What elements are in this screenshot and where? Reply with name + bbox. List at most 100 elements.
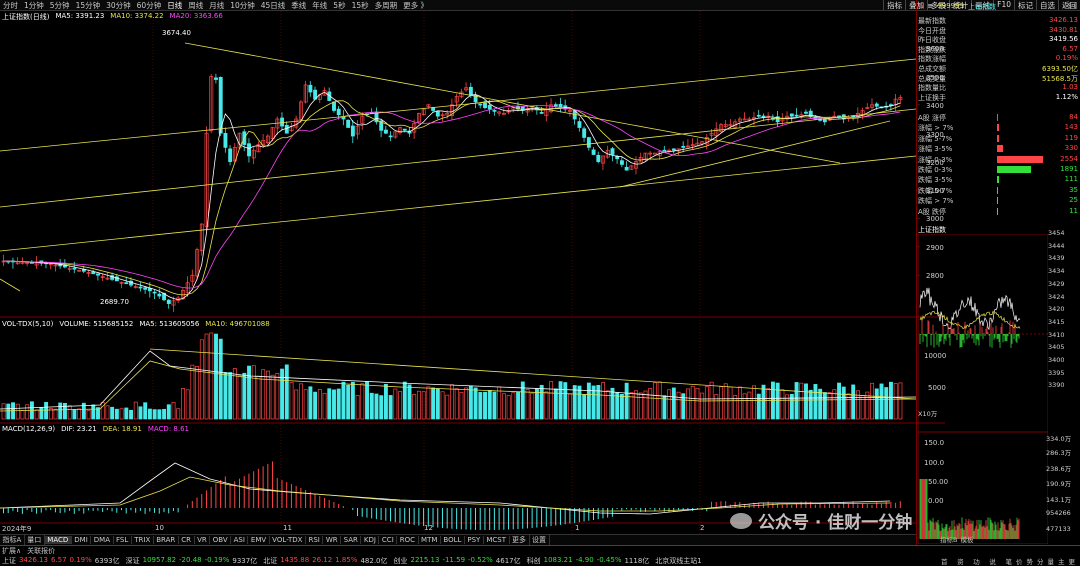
indicator-tab[interactable]: DMA (91, 536, 114, 544)
period-tab[interactable]: 1分钟 (21, 0, 47, 10)
indicator-a-tab[interactable]: 指标A (0, 535, 25, 545)
indicator-tabs: 指标A 量口 MACD DMI DMA FSL TRIX BRAR CR VR … (0, 534, 916, 545)
indicator-tab[interactable]: RSI (306, 536, 324, 544)
index-ticker-item[interactable]: 北证 1435.88 26.12 1.85% 482.0亿 (263, 556, 387, 566)
period-tab[interactable]: 10分钟 (227, 0, 258, 10)
period-tab-more[interactable]: 更多 》 (400, 0, 431, 10)
mini-bottom-tab[interactable]: 量 (1047, 556, 1056, 566)
period-tab[interactable]: 15分钟 (73, 0, 104, 10)
indicator-tab-macd[interactable]: MACD (44, 536, 72, 544)
mini-bottom-tab[interactable]: 价 (1015, 556, 1024, 566)
period-tab[interactable]: 5分钟 (47, 0, 73, 10)
indicator-tab[interactable]: BOLL (441, 536, 465, 544)
dea-line (0, 476, 891, 512)
volume-bar (332, 389, 336, 420)
expand-toggle[interactable]: 扩展∧ (2, 546, 21, 556)
indicator-tab[interactable]: TRIX (132, 536, 154, 544)
candle (492, 110, 497, 112)
period-tab[interactable]: 5秒 (330, 0, 348, 10)
volume-bar (162, 408, 167, 420)
volume-bar (695, 387, 700, 420)
indicator-more-tab[interactable]: 更多 (510, 535, 530, 545)
indicator-tab[interactable]: MTM (419, 536, 441, 544)
candle (624, 166, 629, 171)
indicator-tab[interactable]: CCI (379, 536, 398, 544)
period-tab[interactable]: 季线 (288, 0, 309, 10)
indicator-tab[interactable]: ROC (397, 536, 419, 544)
indicator-tab[interactable]: CR (179, 536, 195, 544)
menu-icon[interactable]: ≡ (927, 2, 933, 11)
mini-bottom-tab[interactable]: 功能 (972, 556, 986, 566)
indicator-button[interactable]: 指标 (883, 0, 905, 10)
volume-bar (884, 387, 889, 420)
mini-bottom-tab[interactable]: 分 (1036, 556, 1045, 566)
indicator-tab[interactable]: FSL (114, 536, 132, 544)
kline-chart-area[interactable] (0, 11, 945, 534)
indicator-tab[interactable]: VOL-TDX (270, 536, 306, 544)
volume-bar (143, 402, 148, 420)
period-tab[interactable]: 30分钟 (103, 0, 134, 10)
candle (789, 113, 794, 117)
period-tab-daily[interactable]: 日线 (164, 0, 185, 10)
indicator-tab[interactable]: ASI (231, 536, 249, 544)
volume-bar (393, 388, 398, 420)
indicator-tab[interactable]: OBV (210, 536, 232, 544)
indicator-tab[interactable]: VR (195, 536, 211, 544)
indicator-tab[interactable]: PSY (465, 536, 484, 544)
volume-chart-legend: VOL-TDX(5,10) VOLUME: 515685152 MA5: 513… (2, 320, 270, 328)
mini-bottom-tab[interactable]: 首页 (940, 556, 954, 566)
volume-bar (874, 388, 879, 420)
volume-bar (280, 368, 285, 420)
indicator-tab[interactable]: SAR (341, 536, 362, 544)
intraday-mini-chart[interactable] (918, 234, 1048, 544)
period-tab[interactable]: 45日线 (258, 0, 289, 10)
volume-bar (837, 382, 841, 420)
indicator-tab[interactable]: EMV (248, 536, 270, 544)
period-tab[interactable]: 分时 (0, 0, 21, 10)
volume-bar (346, 384, 351, 420)
indicator-tab[interactable]: KDJ (361, 536, 380, 544)
period-tab[interactable]: 60分钟 (134, 0, 165, 10)
volume-bar (605, 390, 610, 420)
indicator-tab[interactable]: 量口 (25, 535, 45, 545)
main-chart-legend: 上证指数(日线) MA5: 3391.23 MA10: 3374.22 MA20… (2, 12, 223, 22)
mini-bottom-tab[interactable]: 势 (1026, 556, 1035, 566)
volume-bar (114, 408, 119, 420)
indicator-tab[interactable]: WR (323, 536, 342, 544)
indicator-tab[interactable]: BRAR (154, 536, 179, 544)
index-pct: -0.45% (596, 556, 622, 564)
volume-bar (133, 401, 138, 420)
candle (402, 128, 407, 131)
index-ticker-item[interactable]: 上证 3426.13 6.57 0.19% 6393亿 (2, 556, 120, 566)
template-tab[interactable]: 模板 (960, 534, 973, 544)
mini-bottom-tab[interactable]: 笔 (1005, 556, 1014, 566)
indicator-tab[interactable]: MCST (484, 536, 510, 544)
volume-bar (176, 408, 181, 420)
stock-name: 上证指数 (968, 3, 997, 11)
period-tab[interactable]: 月线 (206, 0, 227, 10)
candle (478, 103, 483, 106)
dif-value: DIF: 23.21 (61, 425, 97, 433)
indicator-b-tab[interactable]: 指标B (940, 534, 957, 544)
period-tab[interactable]: 多周期 (372, 0, 401, 10)
index-ticker-item[interactable]: 深证 10957.82 -20.48 -0.19% 9337亿 (126, 556, 258, 566)
volume-bar (704, 386, 709, 420)
mini-bottom-tab[interactable]: 资讯 (956, 556, 970, 566)
volume-bar (369, 392, 374, 420)
breadth-value: 84 (1069, 113, 1078, 121)
related-quotes[interactable]: 关联报价 (27, 546, 55, 556)
quote-label: 指数涨跌 (918, 45, 946, 54)
period-tab[interactable]: 周线 (185, 0, 206, 10)
mini-bottom-tab[interactable]: 说明 (988, 556, 1002, 566)
index-ticker-item[interactable]: 创业 2215.13 -11.59 -0.52% 4617亿 (394, 556, 521, 566)
indicator-tab[interactable]: DMI (72, 536, 92, 544)
volume-bar (119, 408, 124, 420)
period-tab[interactable]: 年线 (309, 0, 330, 10)
volume-bar (719, 386, 723, 420)
mini-bottom-tab[interactable]: 主 (1057, 556, 1066, 566)
period-tab[interactable]: 15秒 (349, 0, 372, 10)
indicator-settings-tab[interactable]: 设置 (530, 535, 550, 545)
volume-bar (199, 339, 204, 420)
index-ticker-item[interactable]: 科创 1083.21 -4.90 -0.45% 1118亿 (527, 556, 650, 566)
mini-bottom-tab[interactable]: 更 (1068, 556, 1077, 566)
